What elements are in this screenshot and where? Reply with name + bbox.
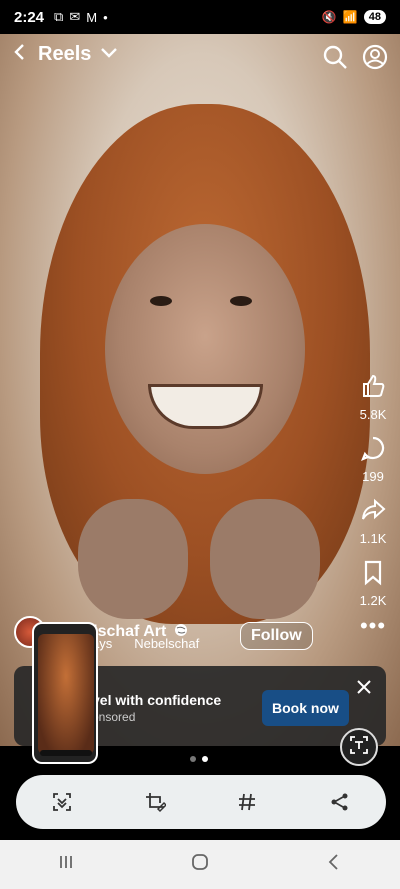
- book-now-button[interactable]: Book now: [262, 690, 349, 726]
- share-action[interactable]: 1.1K: [359, 496, 387, 546]
- pager-dots: [190, 756, 208, 762]
- messenger-icon: ✉: [69, 9, 81, 24]
- comment-count: 199: [362, 469, 384, 484]
- reels-title[interactable]: Reels: [38, 43, 91, 66]
- share-icon[interactable]: [322, 784, 358, 820]
- orangutan-right-eye: [230, 296, 252, 306]
- profile-icon[interactable]: [362, 44, 388, 75]
- crop-edit-icon[interactable]: [137, 784, 173, 820]
- screenshot-thumbnail[interactable]: [32, 622, 98, 764]
- status-time: 2:24: [14, 8, 45, 26]
- text-extract-button[interactable]: [340, 728, 378, 766]
- dot-icon: •: [103, 9, 108, 25]
- save-count: 1.2K: [359, 593, 387, 608]
- orangutan-left-eye: [150, 296, 172, 306]
- ad-sponsored-label: onsored: [92, 710, 136, 724]
- status-bar: 2:24 ⧉ ✉ M • 🔇 📶 48: [0, 0, 400, 34]
- chevron-down-icon[interactable]: [99, 42, 119, 67]
- close-icon[interactable]: [354, 677, 374, 702]
- screenshot-toolbar: [16, 775, 386, 829]
- like-count: 5.8K: [359, 407, 387, 422]
- more-options[interactable]: •••: [360, 615, 386, 637]
- home-icon[interactable]: [189, 851, 211, 879]
- share-count: 1.1K: [359, 531, 387, 546]
- hashtag-icon[interactable]: [229, 784, 265, 820]
- more-dots-icon[interactable]: •••: [360, 615, 386, 637]
- thumbs-up-icon[interactable]: [359, 372, 387, 405]
- action-rail: 5.8K 199 1.1K 1.2K •••: [356, 372, 390, 644]
- follow-button[interactable]: Follow: [240, 622, 313, 650]
- search-icon[interactable]: [322, 44, 348, 75]
- battery-badge: 48: [363, 10, 386, 24]
- share-arrow-icon[interactable]: [359, 496, 387, 529]
- wifi-icon: 📶: [342, 10, 358, 24]
- header-icons: [322, 44, 388, 75]
- music-author[interactable]: Nebelschaf: [134, 636, 199, 651]
- bookmark-icon[interactable]: [359, 558, 387, 591]
- comment-action[interactable]: 199: [359, 434, 387, 484]
- pager-dot: [190, 756, 196, 762]
- pager-dot-active: [202, 756, 208, 762]
- orangutan-left-hand: [78, 499, 188, 619]
- gmail-icon: M: [86, 9, 98, 25]
- thumbnail-toolbar: [40, 750, 92, 756]
- save-action[interactable]: 1.2K: [359, 558, 387, 608]
- back-icon[interactable]: [10, 42, 30, 67]
- reels-header: Reels: [10, 42, 119, 67]
- back-nav-icon[interactable]: [324, 852, 344, 878]
- scroll-capture-icon[interactable]: [44, 784, 80, 820]
- comment-icon[interactable]: [359, 434, 387, 467]
- ad-headline[interactable]: vel with confidence: [92, 692, 221, 708]
- recents-icon[interactable]: [56, 852, 76, 878]
- orangutan-face: [105, 224, 305, 474]
- text-scan-icon: [349, 735, 369, 760]
- status-right-icons: 🔇 📶 48: [322, 10, 386, 24]
- mute-icon: 🔇: [321, 10, 337, 24]
- screenshot-icon: ⧉: [54, 9, 64, 24]
- status-left-icons: ⧉ ✉ M •: [54, 9, 108, 25]
- orangutan-right-hand: [210, 499, 320, 619]
- system-nav-bar: [0, 840, 400, 889]
- like-action[interactable]: 5.8K: [359, 372, 387, 422]
- thumbnail-preview: [38, 634, 94, 754]
